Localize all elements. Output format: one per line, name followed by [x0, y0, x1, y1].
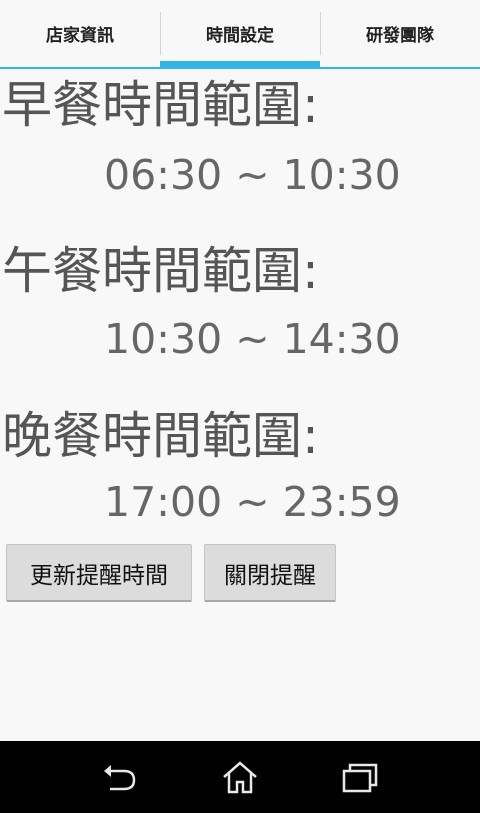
tab-label: 店家資訊 [46, 26, 114, 46]
lunch-time-range: 10:30 ~ 14:30 [104, 315, 401, 363]
tab-time-settings[interactable]: 時間設定 [160, 0, 320, 69]
update-reminder-button[interactable]: 更新提醒時間 [6, 544, 192, 602]
tab-dev-team[interactable]: 研發團隊 [320, 0, 480, 67]
breakfast-heading: 早餐時間範圍: [2, 76, 319, 134]
recent-apps-icon[interactable] [340, 759, 380, 795]
breakfast-time-range: 06:30 ~ 10:30 [104, 151, 401, 199]
dinner-heading: 晚餐時間範圍: [2, 407, 319, 465]
system-nav-bar [0, 741, 480, 813]
dinner-time-range: 17:00 ~ 23:59 [104, 478, 401, 526]
home-icon[interactable] [220, 759, 260, 795]
back-icon[interactable] [100, 759, 140, 795]
lunch-heading: 午餐時間範圍: [2, 242, 319, 300]
tab-store-info[interactable]: 店家資訊 [0, 0, 160, 67]
tab-label: 研發團隊 [366, 26, 434, 46]
tab-label: 時間設定 [206, 26, 274, 46]
close-reminder-button[interactable]: 關閉提醒 [204, 544, 336, 602]
tab-bar: 店家資訊 時間設定 研發團隊 [0, 0, 480, 69]
